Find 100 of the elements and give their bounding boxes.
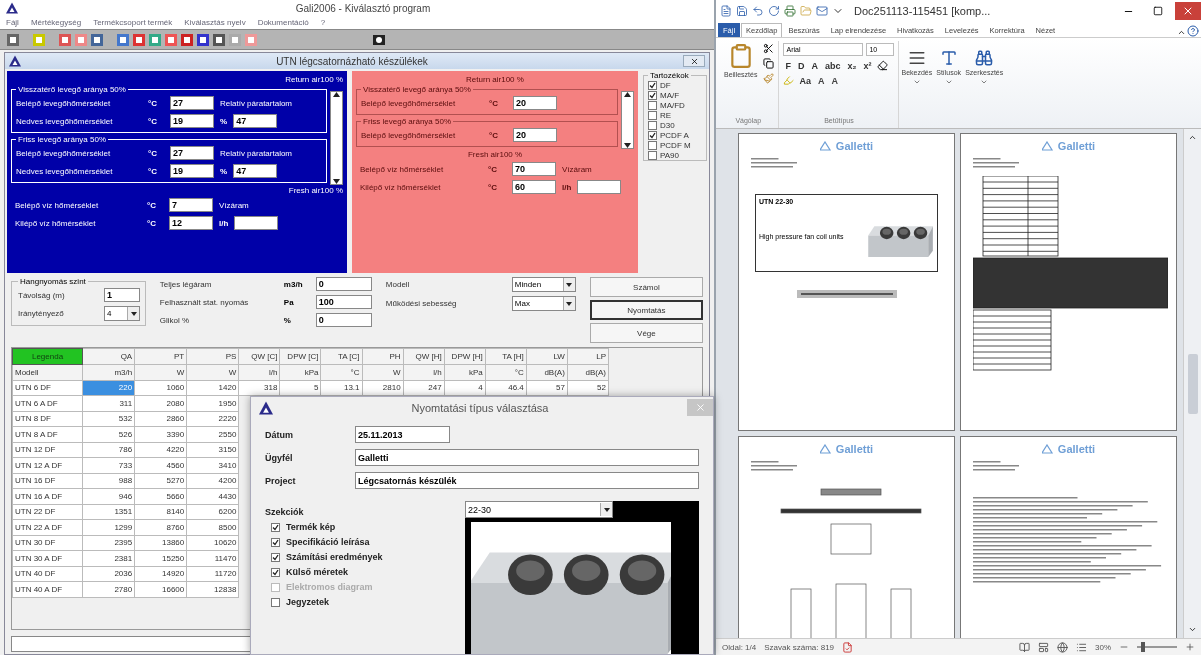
field-label: Belépő levegőhőmérséklet — [16, 98, 112, 108]
mail-icon[interactable] — [816, 5, 828, 17]
redo-icon[interactable] — [768, 5, 780, 17]
menu-item[interactable]: Termékcsoport termék — [93, 18, 173, 27]
column-header: DPW [H] — [444, 348, 486, 365]
print-layout-icon[interactable] — [1038, 641, 1049, 653]
input-field[interactable]: 70 — [512, 162, 556, 176]
format-button[interactable]: x₂ — [845, 60, 859, 71]
slider-thumb[interactable] — [1141, 642, 1145, 652]
printer-icon[interactable] — [784, 5, 796, 17]
scissors-icon[interactable] — [763, 43, 775, 54]
close-button[interactable] — [1175, 2, 1201, 20]
tool-icon[interactable] — [212, 32, 226, 47]
input-field[interactable] — [577, 180, 622, 194]
input-field[interactable]: 60 — [512, 180, 556, 194]
scrollbar[interactable] — [621, 91, 634, 149]
input-field[interactable]: Galletti — [355, 449, 699, 466]
checkbox[interactable] — [648, 80, 657, 90]
format-button[interactable]: A — [809, 60, 820, 71]
reading-view-icon[interactable] — [1019, 641, 1030, 653]
menu-item[interactable]: Kiválasztás nyelv — [184, 18, 246, 27]
outline-icon[interactable] — [1076, 641, 1087, 653]
zoom-in-icon[interactable] — [1185, 642, 1195, 652]
help-icon[interactable] — [1187, 25, 1199, 37]
proofing-icon[interactable] — [842, 641, 854, 653]
format-button[interactable]: A — [829, 75, 840, 86]
eraser-icon[interactable] — [876, 60, 888, 71]
save-icon[interactable] — [736, 5, 748, 17]
menu-item[interactable]: Dokumentáció — [257, 18, 309, 27]
copy-icon[interactable] — [763, 58, 775, 69]
format-button[interactable]: Aa — [797, 75, 813, 86]
checkbox-label: Külső méretek — [286, 567, 349, 577]
format-button[interactable]: D — [795, 60, 807, 71]
dropdown[interactable]: 4 — [104, 306, 140, 321]
input-field[interactable]: 20 — [513, 128, 557, 142]
menu-item[interactable]: Mértékegység — [30, 18, 82, 27]
web-layout-icon[interactable] — [1057, 641, 1068, 653]
close-button[interactable] — [683, 55, 705, 67]
section-heading: Szekciók — [265, 507, 305, 517]
dropdown[interactable]: Minden — [511, 277, 576, 292]
input-field[interactable]: 100 — [315, 295, 372, 309]
scrollbar[interactable] — [1183, 129, 1201, 638]
document-icon[interactable] — [720, 5, 732, 17]
checkbox[interactable] — [648, 90, 657, 100]
unit-label: °C — [147, 218, 157, 228]
checkbox[interactable] — [271, 567, 280, 577]
swoosh-icon — [819, 141, 834, 151]
format-button[interactable]: A — [816, 75, 827, 86]
checkbox[interactable] — [648, 120, 657, 130]
input-field[interactable]: 0 — [315, 277, 372, 291]
column-header: QW [H] — [403, 348, 445, 365]
format-button[interactable]: F — [783, 60, 793, 71]
format-button[interactable]: abc — [822, 60, 843, 71]
undo-icon[interactable] — [752, 5, 764, 17]
menu-item[interactable]: ? — [320, 18, 326, 27]
tool-icon[interactable] — [196, 32, 210, 47]
menu-item[interactable]: Fájl — [6, 18, 19, 27]
checkbox[interactable] — [271, 552, 280, 562]
input-field[interactable]: 20 — [513, 96, 557, 110]
close-icon — [694, 402, 706, 413]
scroll-up-icon — [1188, 133, 1197, 142]
input-field[interactable]: 47 — [233, 114, 278, 128]
checkbox[interactable] — [648, 130, 657, 140]
dropdown[interactable]: Max — [511, 296, 576, 311]
input-field[interactable]: 27 — [170, 146, 214, 160]
field-label: Relatív páratartalom — [220, 98, 294, 108]
swoosh-icon — [1041, 141, 1056, 151]
checkbox[interactable] — [648, 100, 657, 110]
input-field[interactable]: 19 — [170, 114, 214, 128]
input-field[interactable]: 0 — [315, 313, 372, 327]
checkbox[interactable] — [271, 537, 280, 547]
input-field[interactable]: 19 — [170, 164, 214, 178]
checkbox[interactable] — [648, 140, 657, 150]
checkbox[interactable] — [648, 150, 657, 160]
push-button[interactable]: Nyomtatás — [589, 300, 703, 320]
unit-label: % — [283, 315, 292, 325]
legend-header[interactable]: Legenda — [12, 348, 83, 365]
caret-icon — [566, 301, 573, 306]
input-field[interactable]: 1 — [104, 288, 140, 302]
input-field[interactable]: 25.11.2013 — [355, 426, 450, 443]
input-field[interactable]: Légcsatornás készülék — [355, 472, 699, 489]
input-field[interactable]: 7 — [169, 198, 213, 212]
input-field[interactable]: 27 — [170, 96, 214, 110]
group-title: Tartozékok — [649, 71, 690, 80]
input-field[interactable] — [234, 216, 279, 230]
checkbox[interactable] — [648, 110, 657, 120]
push-button[interactable]: Vége — [589, 323, 703, 343]
checkbox[interactable] — [271, 522, 280, 532]
group-title: Friss levegő aránya 50% — [362, 117, 453, 126]
format-button[interactable]: x² — [861, 60, 874, 71]
tool-icon[interactable] — [372, 32, 386, 47]
push-button[interactable]: Számol — [589, 277, 703, 297]
input-field[interactable]: 12 — [169, 216, 213, 230]
checkbox[interactable] — [271, 597, 280, 607]
column-header: PH — [362, 348, 404, 365]
collapse-icon[interactable] — [1177, 28, 1186, 37]
dropdown[interactable]: 22-30 — [465, 501, 613, 518]
scrollbar[interactable] — [330, 91, 343, 185]
input-field[interactable]: 47 — [233, 164, 278, 178]
unit-label: °C — [147, 200, 157, 210]
